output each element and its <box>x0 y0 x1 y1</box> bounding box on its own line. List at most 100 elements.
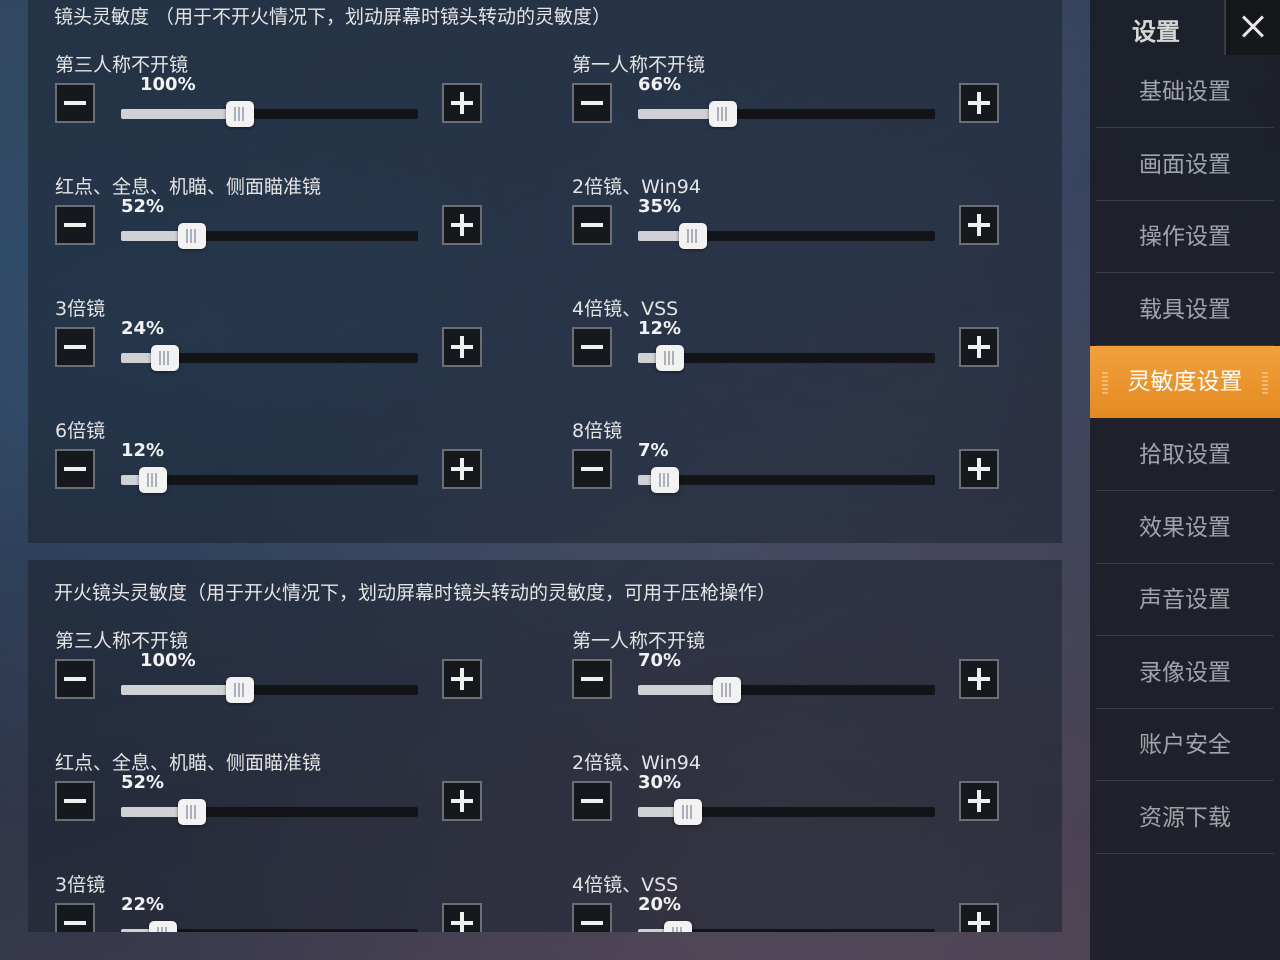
decrease-button[interactable] <box>572 327 612 367</box>
slider-value: 12% <box>638 318 682 339</box>
slider-value: 22% <box>121 894 165 915</box>
increase-button[interactable] <box>959 83 999 123</box>
sidebar-item-label: 拾取设置 <box>1139 442 1231 468</box>
slider-track[interactable] <box>638 677 935 703</box>
increase-button[interactable] <box>442 903 482 932</box>
sidebar-item[interactable]: 灵敏度设置 <box>1090 346 1280 419</box>
slider-thumb[interactable] <box>151 345 179 371</box>
increase-button[interactable] <box>442 327 482 367</box>
increase-button[interactable] <box>959 903 999 932</box>
slider-value: 7% <box>638 440 669 461</box>
increase-button[interactable] <box>442 449 482 489</box>
slider-track[interactable] <box>121 101 418 127</box>
sensitivity-slider: 4倍镜、VSS 12% <box>572 294 1032 394</box>
sensitivity-slider: 6倍镜 12% <box>55 416 515 516</box>
slider-thumb[interactable] <box>178 799 206 825</box>
slider-thumb[interactable] <box>651 467 679 493</box>
sidebar-item-label: 操作设置 <box>1139 224 1231 251</box>
decrease-button[interactable] <box>55 327 95 367</box>
slider-label: 第三人称不开镜 <box>55 54 189 76</box>
sidebar-item[interactable]: 账户安全 <box>1096 709 1274 782</box>
sidebar-item-label: 资源下载 <box>1139 805 1231 831</box>
sidebar-item[interactable]: 载具设置 <box>1096 274 1274 346</box>
decrease-button[interactable] <box>55 83 95 123</box>
decrease-button[interactable] <box>572 781 612 821</box>
slider-value: 52% <box>121 772 165 793</box>
decrease-button[interactable] <box>572 659 612 699</box>
slider-value: 66% <box>638 74 682 95</box>
slider-thumb[interactable] <box>713 677 741 703</box>
slider-thumb[interactable] <box>178 223 206 249</box>
slider-label: 4倍镜、VSS <box>572 874 679 896</box>
decrease-button[interactable] <box>55 659 95 699</box>
increase-button[interactable] <box>442 659 482 699</box>
slider-thumb[interactable] <box>149 921 177 932</box>
sidebar-item-label: 录像设置 <box>1139 659 1231 686</box>
decrease-button[interactable] <box>55 781 95 821</box>
increase-button[interactable] <box>959 659 999 699</box>
camera-sensitivity-title: 镜头灵敏度 （用于不开火情况下，划动屏幕时镜头转动的灵敏度） <box>54 6 612 28</box>
sidebar-item[interactable]: 画面设置 <box>1096 129 1274 201</box>
sidebar-item[interactable]: 声音设置 <box>1096 564 1274 637</box>
slider-track[interactable] <box>121 467 418 493</box>
slider-track[interactable] <box>121 799 418 825</box>
slider-thumb[interactable] <box>679 223 707 249</box>
sidebar-item[interactable]: 资源下载 <box>1096 782 1274 854</box>
sidebar-item[interactable]: 操作设置 <box>1096 201 1274 274</box>
sensitivity-slider: 3倍镜 22% <box>55 870 515 932</box>
slider-track[interactable] <box>638 345 935 371</box>
slider-label: 第三人称不开镜 <box>55 630 189 652</box>
slider-thumb[interactable] <box>139 467 167 493</box>
increase-button[interactable] <box>959 205 999 245</box>
increase-button[interactable] <box>959 327 999 367</box>
camera-sensitivity-panel: 镜头灵敏度 （用于不开火情况下，划动屏幕时镜头转动的灵敏度） 第三人称不开镜 10… <box>28 0 1062 543</box>
slider-fill <box>121 685 240 695</box>
increase-button[interactable] <box>959 449 999 489</box>
slider-thumb[interactable] <box>656 345 684 371</box>
sidebar-item[interactable]: 效果设置 <box>1096 492 1274 564</box>
sensitivity-slider: 第三人称不开镜 100% <box>55 50 515 150</box>
increase-button[interactable] <box>442 205 482 245</box>
slider-track[interactable] <box>638 223 935 249</box>
decrease-button[interactable] <box>55 449 95 489</box>
sidebar-item[interactable]: 基础设置 <box>1096 56 1274 128</box>
slider-track[interactable] <box>638 921 935 932</box>
slider-value: 12% <box>121 440 165 461</box>
decrease-button[interactable] <box>55 903 95 932</box>
slider-thumb[interactable] <box>664 921 692 932</box>
decrease-button[interactable] <box>572 903 612 932</box>
slider-thumb[interactable] <box>674 799 702 825</box>
increase-button[interactable] <box>442 781 482 821</box>
slider-thumb[interactable] <box>709 101 737 127</box>
settings-title: 设置 <box>1132 18 1180 46</box>
slider-track[interactable] <box>638 467 935 493</box>
slider-value: 30% <box>638 772 682 793</box>
decrease-button[interactable] <box>572 205 612 245</box>
slider-thumb[interactable] <box>226 677 254 703</box>
slider-track[interactable] <box>638 799 935 825</box>
sidebar-item-label: 灵敏度设置 <box>1127 369 1243 396</box>
slider-track[interactable] <box>638 101 935 127</box>
close-button[interactable] <box>1224 0 1280 55</box>
sidebar-item-label: 声音设置 <box>1139 587 1231 614</box>
increase-button[interactable] <box>959 781 999 821</box>
decrease-button[interactable] <box>572 83 612 123</box>
sidebar-item[interactable]: 拾取设置 <box>1096 419 1274 491</box>
sensitivity-slider: 第一人称不开镜 70% <box>572 626 1032 726</box>
decrease-button[interactable] <box>55 205 95 245</box>
sidebar-item-label: 效果设置 <box>1139 514 1231 541</box>
slider-track[interactable] <box>121 223 418 249</box>
slider-track[interactable] <box>121 345 418 371</box>
sensitivity-slider: 第一人称不开镜 66% <box>572 50 1032 150</box>
slider-thumb[interactable] <box>226 101 254 127</box>
slider-value: 100% <box>140 650 196 671</box>
slider-label: 8倍镜 <box>572 420 623 442</box>
decrease-button[interactable] <box>572 449 612 489</box>
slider-track[interactable] <box>121 921 418 932</box>
sidebar-item[interactable]: 录像设置 <box>1096 637 1274 709</box>
slider-label: 6倍镜 <box>55 420 106 442</box>
increase-button[interactable] <box>442 83 482 123</box>
sidebar-item-label: 画面设置 <box>1139 151 1231 178</box>
slider-label: 第一人称不开镜 <box>572 630 706 652</box>
slider-track[interactable] <box>121 677 418 703</box>
